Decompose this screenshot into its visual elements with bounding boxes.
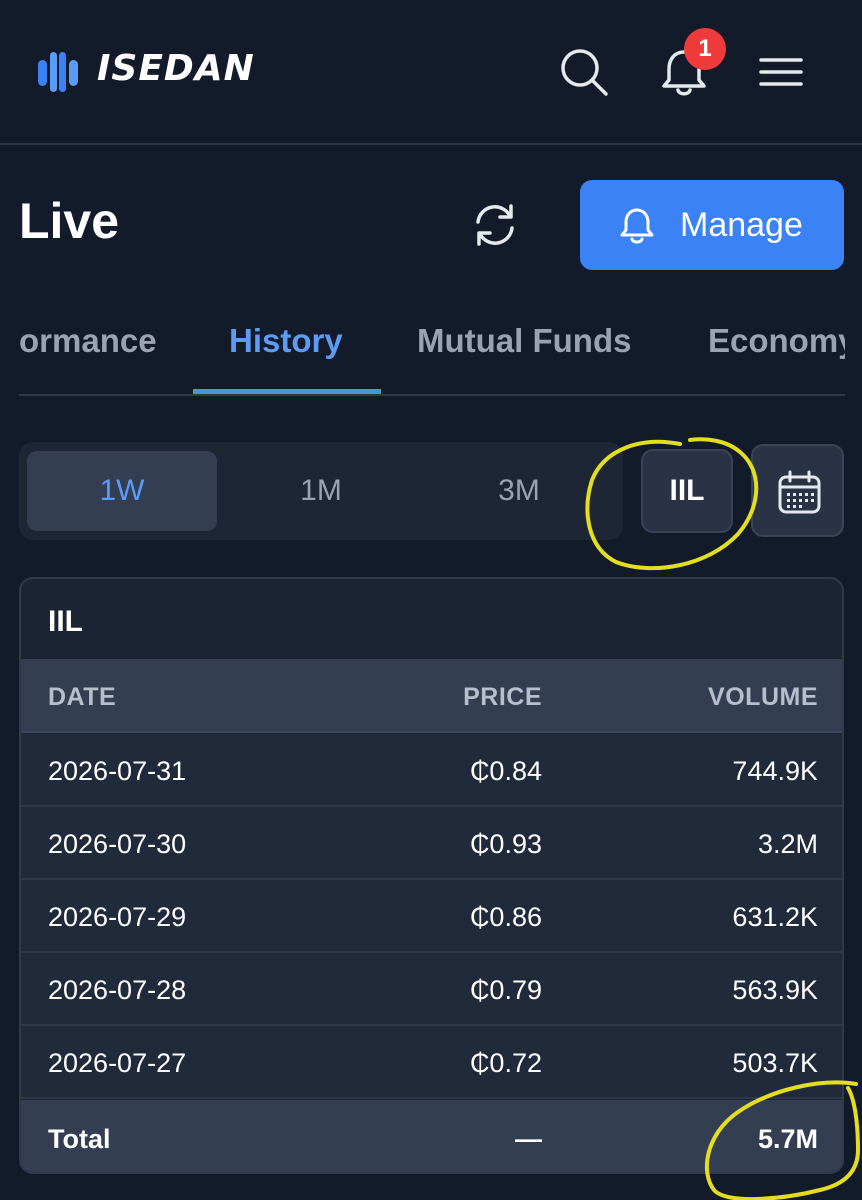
row-volume: 3.2M	[757, 829, 818, 859]
table-row: 2026-07-29 ₵0.86 631.2K	[21, 880, 842, 953]
row-price: ₵0.93	[469, 829, 542, 859]
row-volume: 563.9K	[732, 975, 818, 1005]
section-tabs: ormance History Mutual Funds Economy	[19, 300, 845, 396]
manage-button-label: Manage	[680, 206, 803, 244]
date-picker-button[interactable]	[751, 444, 844, 537]
row-price: ₵0.84	[469, 756, 542, 786]
row-date: 2026-07-28	[48, 975, 187, 1005]
bell-icon	[620, 208, 654, 244]
row-date: 2026-07-30	[48, 829, 187, 859]
table-row: 2026-07-27 ₵0.72 503.7K	[21, 1026, 842, 1099]
ticker-select-button[interactable]: IIL	[641, 449, 733, 533]
period-3m-button[interactable]: 3M	[424, 451, 614, 531]
column-header-price: PRICE	[463, 683, 542, 711]
table-title: IIL	[48, 605, 83, 638]
table-header: DATE PRICE VOLUME	[21, 659, 842, 733]
tab-performance[interactable]: ormance	[19, 322, 157, 360]
row-price: ₵0.79	[469, 975, 542, 1005]
table-row: 2026-07-28 ₵0.79 563.9K	[21, 953, 842, 1026]
history-table-card: IIL DATE PRICE VOLUME 2026-07-31 ₵0.84 7…	[19, 577, 844, 1174]
row-price: ₵0.86	[469, 902, 542, 932]
search-icon[interactable]	[558, 46, 610, 98]
hamburger-menu-icon[interactable]	[758, 52, 804, 92]
manage-alerts-button[interactable]: Manage	[580, 180, 844, 270]
table-row: 2026-07-31 ₵0.84 744.9K	[21, 734, 842, 807]
column-header-date: DATE	[48, 683, 117, 711]
row-price: ₵0.72	[469, 1048, 542, 1078]
total-label: Total	[48, 1124, 111, 1154]
row-volume: 631.2K	[732, 902, 818, 932]
period-selector: 1W 1M 3M	[19, 442, 623, 540]
row-date: 2026-07-31	[48, 756, 187, 786]
period-1w-button[interactable]: 1W	[27, 451, 217, 531]
brand-logo-icon	[38, 52, 78, 92]
table-row: 2026-07-30 ₵0.93 3.2M	[21, 807, 842, 880]
page-title: Live	[19, 193, 120, 249]
table-total-row: Total — 5.7M	[21, 1100, 842, 1172]
app-screen: ISEDAN 1 Live Manage ormance History Mut…	[0, 0, 862, 1200]
row-volume: 744.9K	[732, 756, 818, 786]
row-date: 2026-07-29	[48, 902, 187, 932]
notification-badge: 1	[684, 28, 726, 70]
top-navbar: ISEDAN 1	[0, 0, 862, 145]
tab-history[interactable]: History	[229, 322, 343, 360]
row-date: 2026-07-27	[48, 1048, 187, 1078]
tab-mutual-funds[interactable]: Mutual Funds	[417, 322, 631, 360]
tab-economy[interactable]: Economy	[708, 322, 845, 360]
column-header-volume: VOLUME	[708, 683, 818, 711]
brand-name: ISEDAN	[97, 48, 255, 89]
refresh-icon[interactable]	[470, 202, 520, 248]
period-1m-button[interactable]: 1M	[226, 451, 416, 531]
active-tab-indicator	[193, 389, 381, 394]
total-volume: 5.7M	[757, 1124, 818, 1154]
calendar-icon	[778, 470, 821, 514]
row-volume: 503.7K	[732, 1048, 818, 1078]
total-price: —	[515, 1124, 542, 1154]
